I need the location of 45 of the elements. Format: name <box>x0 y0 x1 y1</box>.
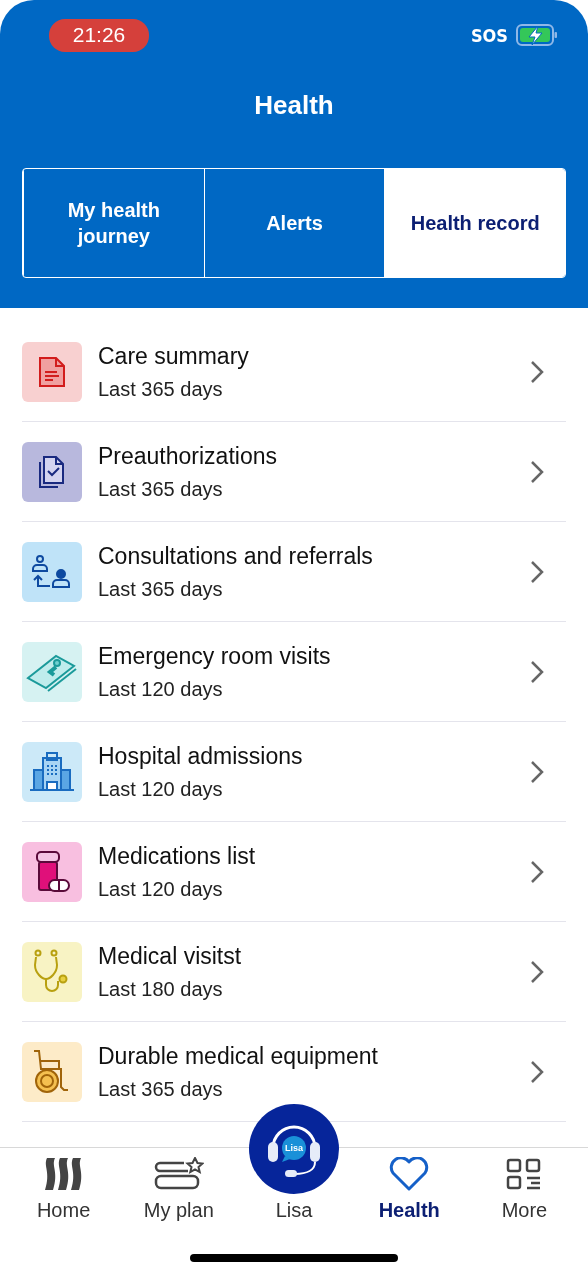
record-title: Preauthorizations <box>98 442 278 470</box>
chat-bubble <box>282 1136 306 1162</box>
record-title: Consultations and referrals <box>98 542 374 570</box>
record-title: Medications list <box>98 842 257 870</box>
nav-tab[interactable]: Lisa Lisa <box>236 1104 352 1222</box>
record-title: Emergency room visits <box>98 642 332 670</box>
plan-list-star-icon <box>153 1157 204 1191</box>
record-subtitle: Last 365 days <box>98 1077 224 1101</box>
nav-tab[interactable]: Home <box>6 1148 122 1222</box>
hospital-building-icon <box>29 751 75 792</box>
tab[interactable]: Health record <box>384 169 565 277</box>
chevron-right-icon[interactable] <box>530 959 544 984</box>
checked-document-icon <box>37 453 67 490</box>
record-subtitle: Last 365 days <box>98 477 224 501</box>
record-title: Durable medical equipment <box>98 1042 379 1070</box>
nav-tab[interactable]: Health <box>351 1148 467 1222</box>
nav-tab[interactable]: More <box>466 1148 582 1222</box>
chevron-right-icon[interactable] <box>530 459 544 484</box>
chevron-right-icon[interactable] <box>530 859 544 884</box>
grid-menu-icon <box>506 1158 543 1190</box>
chevron-right-icon[interactable] <box>530 359 544 384</box>
record-title: Care summary <box>98 342 250 370</box>
document-icon <box>37 354 67 389</box>
chevron-right-icon[interactable] <box>530 659 544 684</box>
chevron-right-icon[interactable] <box>530 1059 544 1084</box>
battery-charging-icon <box>516 24 558 46</box>
heart-icon <box>389 1157 430 1191</box>
pill-bottle-icon <box>33 849 71 894</box>
record-subtitle: Last 120 days <box>98 777 224 801</box>
page-title: Health <box>253 89 335 122</box>
carrier-label: SOS <box>470 24 508 46</box>
nav-tab[interactable]: My plan <box>121 1148 237 1222</box>
record-subtitle: Last 365 days <box>98 377 224 401</box>
headset-icon <box>268 1125 320 1177</box>
record-title: Medical visitst <box>98 942 243 970</box>
record-subtitle: Last 120 days <box>98 877 224 901</box>
record-subtitle: Last 180 days <box>98 977 224 1001</box>
chevron-right-icon[interactable] <box>530 559 544 584</box>
tab[interactable]: My health journey <box>23 169 204 277</box>
chevron-right-icon[interactable] <box>530 759 544 784</box>
record-subtitle: Last 365 days <box>98 577 224 601</box>
record-subtitle: Last 120 days <box>98 677 224 701</box>
record-title: Hospital admissions <box>98 742 304 770</box>
assistant-badge-label: Lisa <box>285 1143 303 1153</box>
time: 21:26 <box>49 18 149 52</box>
